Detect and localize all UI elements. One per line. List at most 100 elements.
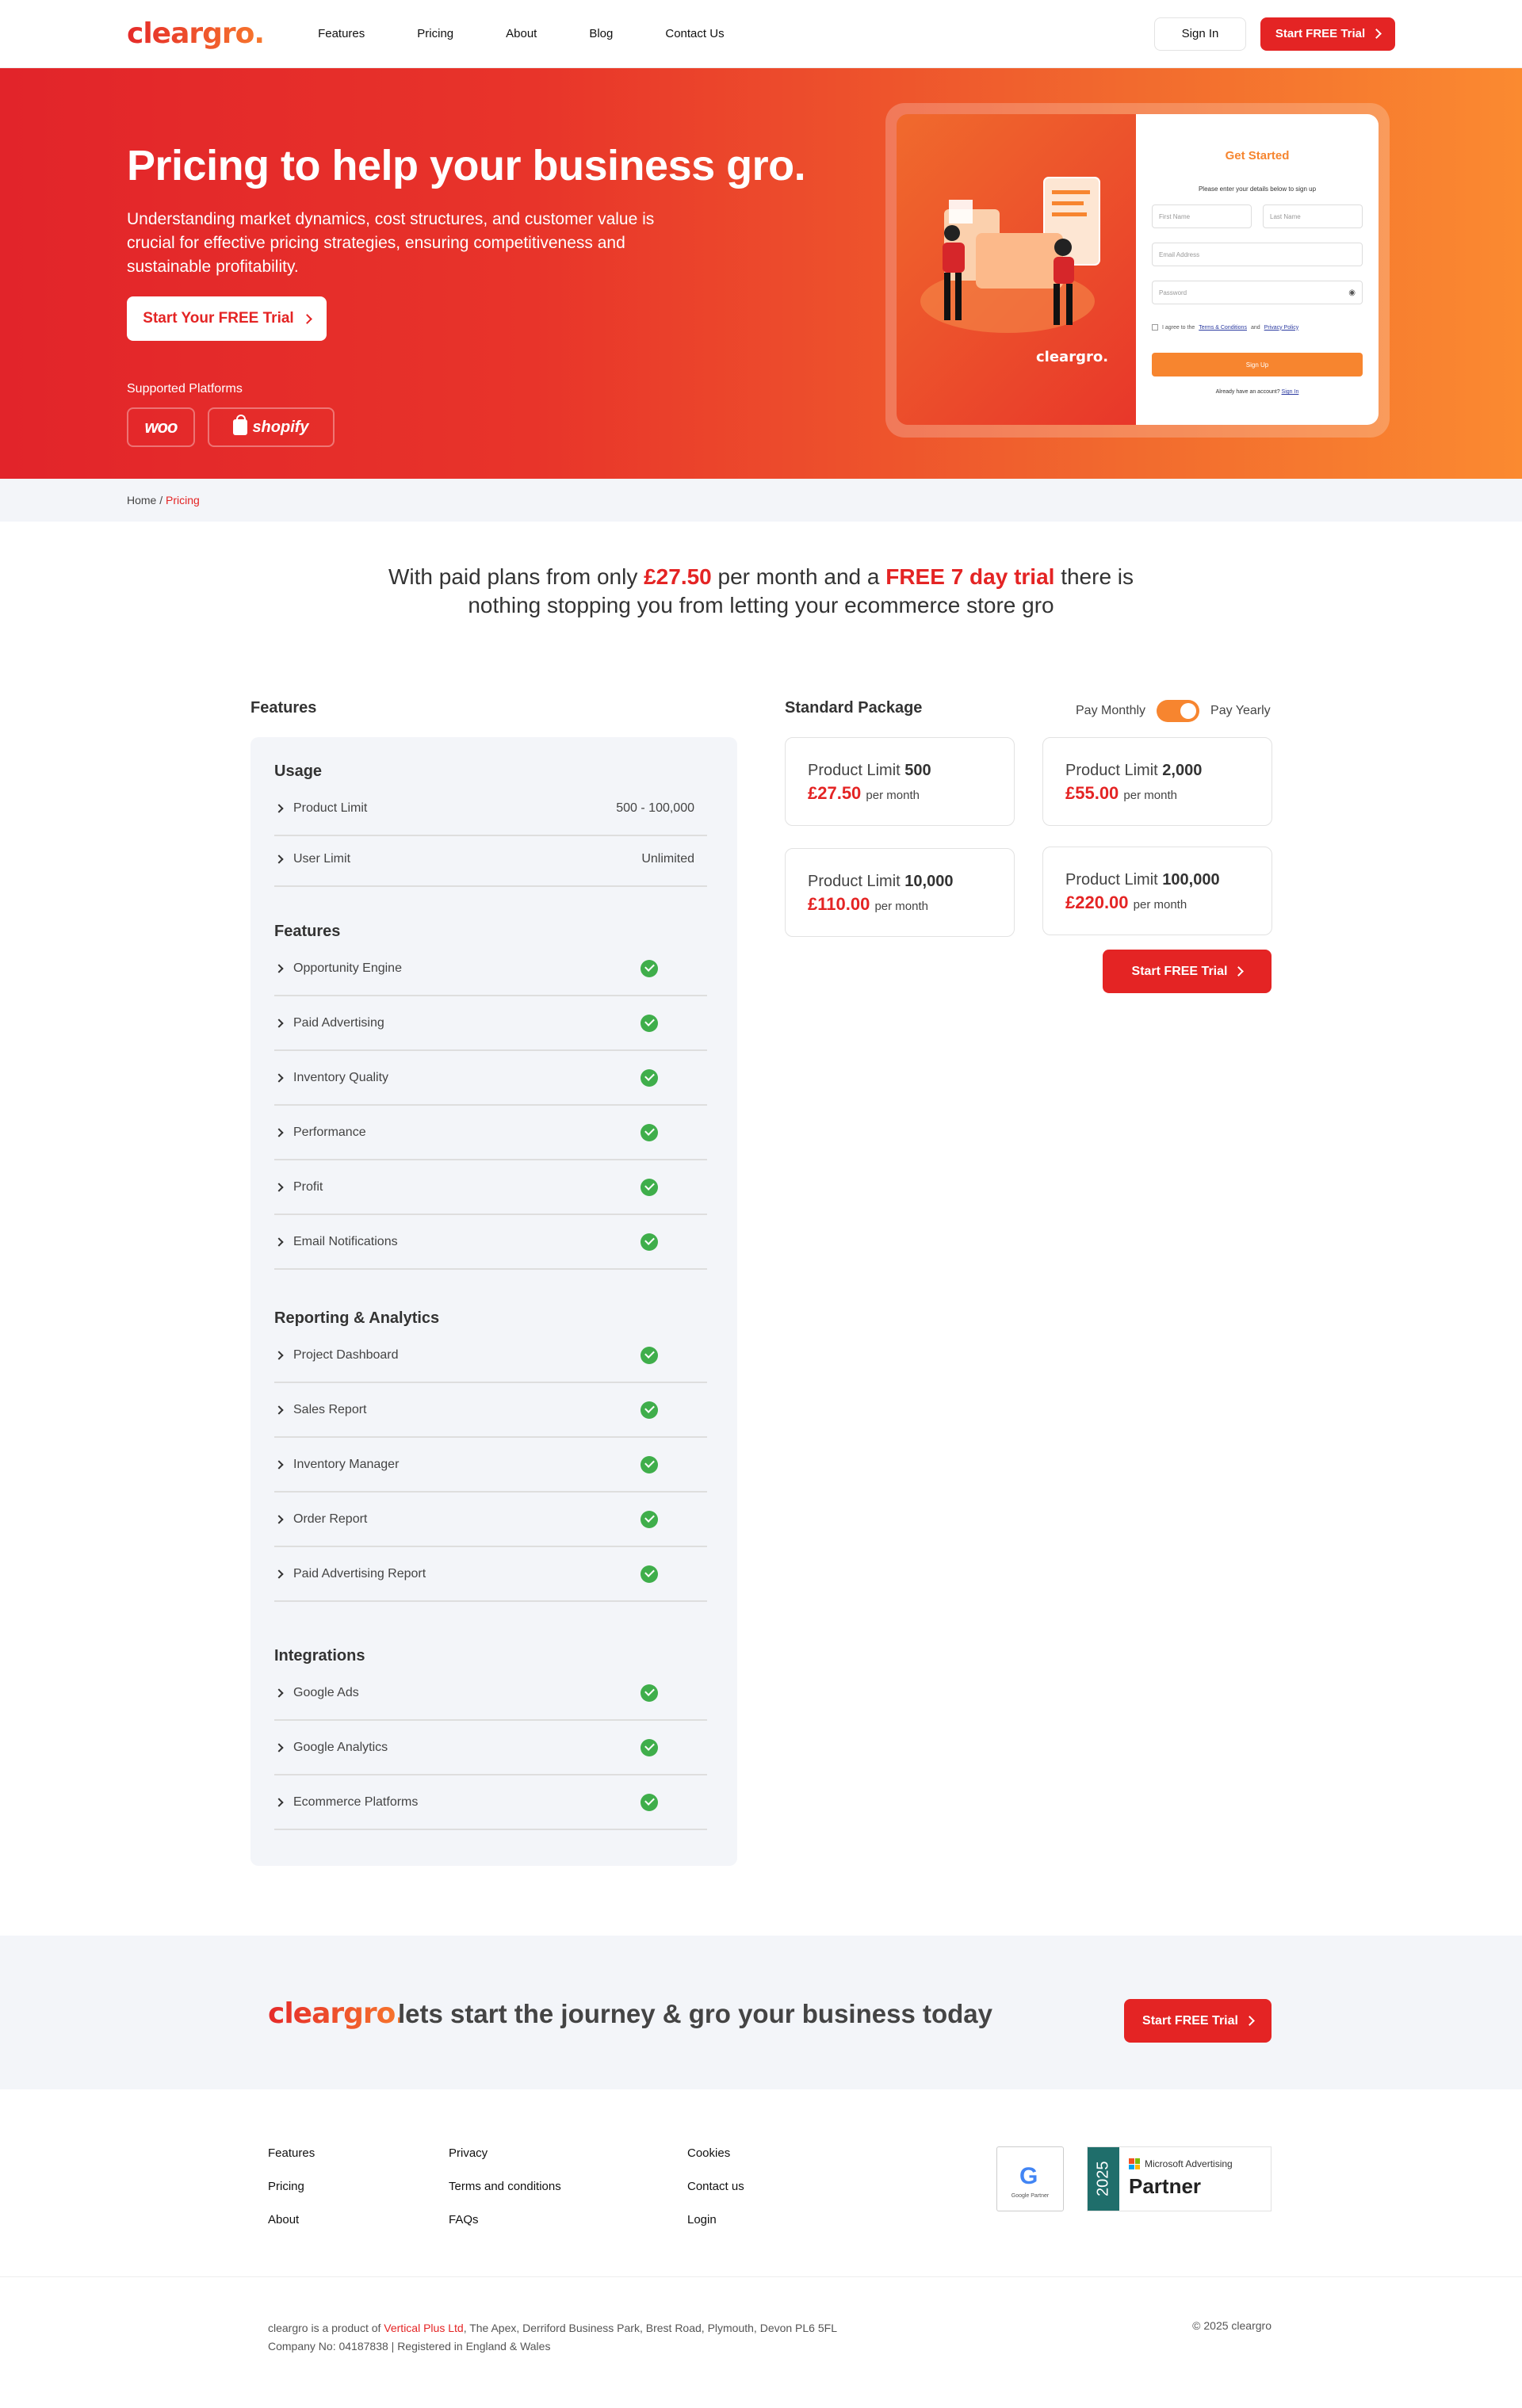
footer-link-login[interactable]: Login [687, 2204, 744, 2237]
plan-limit: Product Limit 2,000 [1065, 762, 1249, 780]
already-account: Already have an account? Sign In [1136, 389, 1379, 395]
already-account-text: Already have an account? [1215, 389, 1280, 395]
footer-link-cookies[interactable]: Cookies [687, 2137, 744, 2170]
feature-row[interactable]: Email Notifications [274, 1215, 707, 1270]
feature-label: Order Report [293, 1512, 368, 1526]
privacy-link[interactable]: Privacy Policy [1264, 325, 1299, 331]
feature-row[interactable]: Order Report [274, 1493, 707, 1547]
eye-icon[interactable]: ◉ [1348, 289, 1356, 297]
nav-link-pricing[interactable]: Pricing [417, 27, 453, 40]
package-trial-button[interactable]: Start FREE Trial [1103, 950, 1272, 993]
feature-row[interactable]: Google Analytics [274, 1721, 707, 1775]
password-field[interactable]: Password ◉ [1152, 281, 1363, 304]
plan-price: £220.00 per month [1065, 892, 1249, 913]
nav-link-contact[interactable]: Contact Us [665, 27, 724, 40]
feature-row[interactable]: Inventory Quality [274, 1051, 707, 1106]
check-icon [641, 1068, 658, 1087]
company-link[interactable]: Vertical Plus Ltd [384, 2322, 463, 2334]
feature-row[interactable]: Ecommerce Platforms [274, 1775, 707, 1830]
feature-row[interactable]: Product Limit 500 - 100,000 [274, 782, 707, 836]
breadcrumb-separator: / [156, 494, 166, 506]
hero-trial-button[interactable]: Start Your FREE Trial [127, 296, 327, 341]
group-integrations: Integrations [274, 1647, 365, 1665]
signup-preview-logo: cleargro. [1036, 349, 1109, 365]
feature-row[interactable]: Profit [274, 1160, 707, 1215]
check-icon [641, 1510, 658, 1528]
feature-value: 500 - 100,000 [616, 801, 694, 815]
badge-year: 2025 [1088, 2147, 1119, 2211]
feature-row[interactable]: Paid Advertising [274, 996, 707, 1051]
check-icon [641, 1178, 658, 1196]
signup-form-preview: Get Started Please enter your details be… [1136, 114, 1379, 425]
terms-checkbox[interactable] [1152, 324, 1158, 331]
footer-link-contact[interactable]: Contact us [687, 2170, 744, 2204]
hero-trial-label: Start Your FREE Trial [143, 310, 294, 327]
shopify-logo: shopify [208, 407, 335, 447]
feature-label: Inventory Manager [293, 1457, 400, 1471]
plan-card-2000[interactable]: Product Limit 2,000 £55.00 per month [1042, 737, 1272, 826]
plan-card-100000[interactable]: Product Limit 100,000 £220.00 per month [1042, 847, 1272, 935]
feature-row[interactable]: Opportunity Engine [274, 942, 707, 996]
feature-row[interactable]: Project Dashboard [274, 1328, 707, 1383]
feature-row[interactable]: Performance [274, 1106, 707, 1160]
password-placeholder: Password [1159, 289, 1187, 296]
check-icon [641, 1738, 658, 1756]
hero: Pricing to help your business gro. Under… [0, 68, 1522, 479]
microsoft-partner-badge[interactable]: 2025 Microsoft Advertising Partner [1087, 2146, 1272, 2211]
terms-link[interactable]: Terms & Conditions [1199, 325, 1247, 331]
pricing-intro: With paid plans from only £27.50 per mon… [0, 563, 1522, 620]
footer-link-faqs[interactable]: FAQs [449, 2204, 561, 2237]
email-field[interactable]: Email Address [1152, 243, 1363, 266]
footer-link-terms[interactable]: Terms and conditions [449, 2170, 561, 2204]
band-trial-button[interactable]: Start FREE Trial [1124, 1999, 1272, 2043]
nav-link-features[interactable]: Features [318, 27, 365, 40]
band-logo: cleargro. [268, 1997, 406, 2030]
first-name-field[interactable]: First Name [1152, 204, 1252, 228]
footer-link-about[interactable]: About [268, 2204, 315, 2237]
footer-link-features[interactable]: Features [268, 2137, 315, 2170]
feature-label: Ecommerce Platforms [293, 1795, 419, 1809]
plan-card-500[interactable]: Product Limit 500 £27.50 per month [785, 737, 1015, 826]
pay-monthly-label[interactable]: Pay Monthly [1076, 704, 1145, 718]
google-partner-badge[interactable]: G Google Partner [996, 2146, 1064, 2211]
pay-yearly-label[interactable]: Pay Yearly [1210, 704, 1271, 718]
feature-row[interactable]: Paid Advertising Report [274, 1547, 707, 1602]
chevron-right-icon [274, 1072, 284, 1083]
footer-link-privacy[interactable]: Privacy [449, 2137, 561, 2170]
feature-row[interactable]: User Limit Unlimited [274, 832, 707, 887]
intro-text-2: per month and a [711, 564, 886, 589]
footer-link-pricing[interactable]: Pricing [268, 2170, 315, 2204]
chevron-right-icon [1371, 29, 1382, 39]
nav-actions: Sign In Start FREE Trial [1154, 17, 1395, 51]
plan-card-10000[interactable]: Product Limit 10,000 £110.00 per month [785, 848, 1015, 937]
sign-in-button[interactable]: Sign In [1154, 17, 1246, 51]
last-name-field[interactable]: Last Name [1263, 204, 1363, 228]
nav-trial-button[interactable]: Start FREE Trial [1260, 17, 1395, 51]
footer-legal-line-2: Company No: 04187838 | Registered in Eng… [268, 2340, 551, 2353]
feature-row[interactable]: Inventory Manager [274, 1438, 707, 1493]
intro-line-1: With paid plans from only £27.50 per mon… [0, 563, 1522, 591]
nav-trial-label: Start FREE Trial [1275, 27, 1366, 40]
signup-button[interactable]: Sign Up [1152, 353, 1363, 376]
chevron-right-icon [274, 963, 284, 973]
feature-row[interactable]: Google Ads [274, 1666, 707, 1721]
feature-row[interactable]: Sales Report [274, 1383, 707, 1438]
partner-text: Partner [1129, 2174, 1202, 2198]
feature-label: Email Notifications [293, 1234, 398, 1248]
plan-limit-label: Product Limit [1065, 762, 1158, 779]
breadcrumb-home[interactable]: Home [127, 494, 156, 506]
hero-title: Pricing to help your business gro. [127, 142, 806, 189]
cta-band: cleargro. lets start the journey & gro y… [0, 1936, 1522, 2089]
check-icon [641, 1014, 658, 1032]
group-reporting: Reporting & Analytics [274, 1309, 440, 1327]
signin-link[interactable]: Sign In [1282, 389, 1299, 395]
chevron-right-icon [274, 1742, 284, 1752]
nav-link-about[interactable]: About [506, 27, 537, 40]
footer-col-2: Privacy Terms and conditions FAQs [449, 2137, 561, 2237]
hero-lead: Understanding market dynamics, cost stru… [127, 210, 655, 276]
nav-link-blog[interactable]: Blog [589, 27, 613, 40]
billing-toggle[interactable] [1157, 700, 1200, 722]
breadcrumb-current: Pricing [166, 494, 200, 506]
logo[interactable]: cleargro. [127, 17, 265, 50]
chevron-right-icon [274, 1459, 284, 1470]
